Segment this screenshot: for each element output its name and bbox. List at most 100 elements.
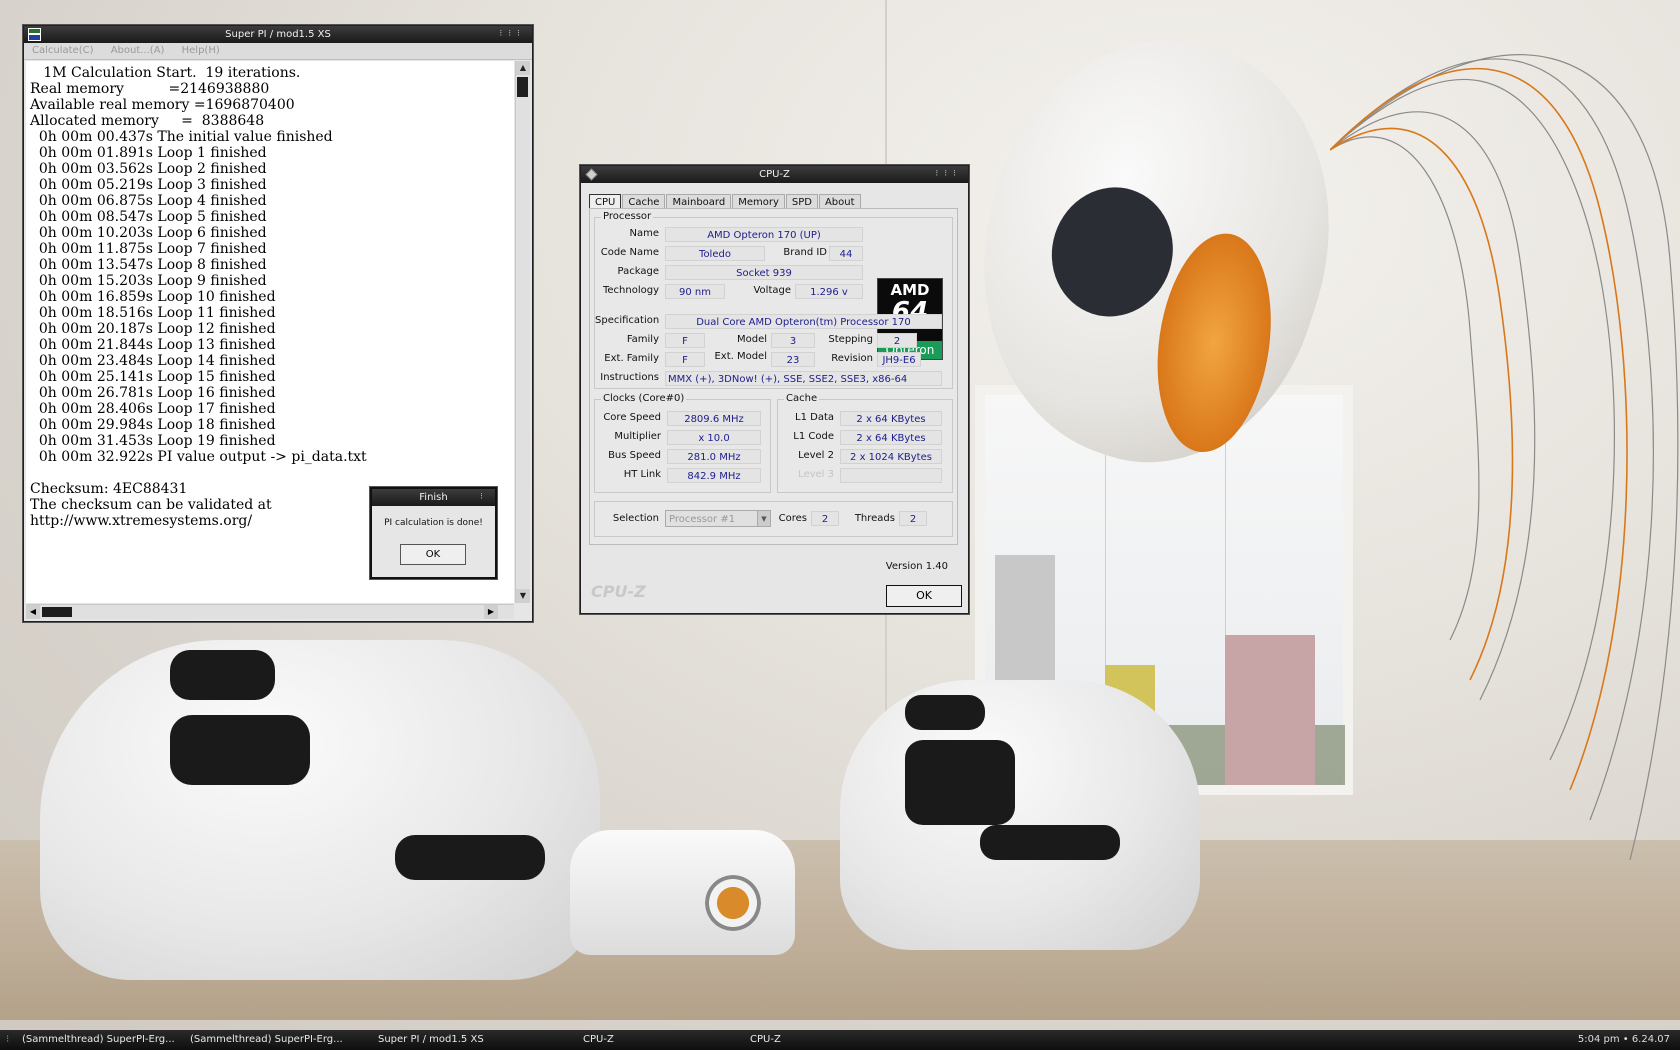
l1data-value: 2 x 64 KBytes [840,411,942,426]
name-label: Name [629,228,659,239]
multiplier-value: x 10.0 [667,430,761,445]
finish-dialog[interactable]: Finish ⁝ PI calculation is done! OK [370,487,497,579]
cpuz-cpu-panel: Processor Name AMD Opteron 170 (UP) Code… [589,208,958,545]
processor-select-value: Processor #1 [669,514,736,525]
level3-label: Level 3 [798,469,834,480]
taskbar-item-superpi-thread-1[interactable]: (Sammelthread) SuperPI-Erg... [22,1030,175,1050]
technology-value: 90 nm [665,284,725,299]
console-line: 0h 00m 28.406s Loop 17 finished [30,401,276,417]
cpuz-tabbar: CPU Cache Mainboard Memory SPD About [589,190,862,210]
wallpaper-wires [1330,54,1679,860]
model-label: Model [736,334,767,345]
scroll-down-icon[interactable]: ▼ [516,589,530,603]
core-speed-label: Core Speed [603,412,661,423]
console-line: 0h 00m 05.219s Loop 3 finished [30,177,267,193]
console-line: Allocated memory = 8388648 [30,113,265,129]
finish-titlebar[interactable]: Finish ⁝ [372,489,495,506]
taskbar-item-superpi-thread-2[interactable]: (Sammelthread) SuperPI-Erg... [190,1030,343,1050]
superpi-titlebar[interactable]: Super PI / mod1.5 XS ⁝⁝⁝ [24,26,532,43]
console-line: 0h 00m 10.203s Loop 6 finished [30,225,267,241]
level2-value: 2 x 1024 KBytes [840,449,942,464]
cpuz-title: CPU-Z [759,169,790,180]
console-line: 0h 00m 26.781s Loop 16 finished [30,385,276,401]
instructions-value: MMX (+), 3DNow! (+), SSE, SSE2, SSE3, x8… [665,371,942,386]
l1code-label: L1 Code [793,431,834,442]
family-label: Family [626,334,659,345]
console-line: Available real memory =1696870400 [30,97,295,113]
hscroll-thumb[interactable] [42,607,72,617]
cpuz-watermark: CPU-Z [591,582,646,601]
technology-label: Technology [602,285,659,296]
extfamily-label: Ext. Family [604,353,659,364]
window-controls-icon[interactable]: ⁝⁝⁝ [935,166,962,183]
bus-speed-value: 281.0 MHz [667,449,761,464]
instructions-label: Instructions [600,372,659,383]
cache-group-label: Cache [784,393,820,404]
level3-value [840,468,942,483]
horizontal-scrollbar[interactable]: ◀ ▶ [26,604,514,619]
threads-label: Threads [854,513,895,524]
brandid-value: 44 [829,246,863,261]
console-line: 0h 00m 16.859s Loop 10 finished [30,289,276,305]
console-line: 0h 00m 03.562s Loop 2 finished [30,161,267,177]
cpuz-ok-button[interactable]: OK [886,585,962,607]
console-line: 0h 00m 15.203s Loop 9 finished [30,273,267,289]
specification-label: Specification [595,315,660,326]
scroll-left-icon[interactable]: ◀ [26,605,40,619]
menu-calculate[interactable]: Calculate(C) [32,45,94,56]
console-line: 0h 00m 18.516s Loop 11 finished [30,305,276,321]
package-value: Socket 939 [665,265,863,280]
finish-ok-button[interactable]: OK [400,544,466,565]
console-line: 0h 00m 31.453s Loop 19 finished [30,433,276,449]
revision-label: Revision [831,353,873,364]
level2-label: Level 2 [798,450,834,461]
scroll-thumb[interactable] [517,77,528,97]
wallpaper-chair-right [840,680,1200,950]
cpuz-app-icon [585,168,598,181]
finish-title: Finish [419,492,448,503]
processor-group: Processor Name AMD Opteron 170 (UP) Code… [594,211,953,389]
revision-value: JH9-E6 [877,352,921,367]
taskbar-grip-icon[interactable]: ⁝ [6,1030,9,1050]
wallpaper-chair-left [40,640,600,980]
processor-group-label: Processor [601,211,654,222]
console-line: 0h 00m 25.141s Loop 15 finished [30,369,276,385]
bus-speed-label: Bus Speed [608,450,661,461]
vertical-scrollbar[interactable]: ▲ ▼ [515,61,530,603]
taskbar-item-cpuz-2[interactable]: CPU-Z [750,1030,781,1050]
chevron-down-icon[interactable]: ▼ [757,511,770,526]
taskbar-item-cpuz-1[interactable]: CPU-Z [583,1030,614,1050]
scroll-right-icon[interactable]: ▶ [484,605,498,619]
extfamily-value: F [665,352,705,367]
console-line: 0h 00m 11.875s Loop 7 finished [30,241,267,257]
console-line: 0h 00m 06.875s Loop 4 finished [30,193,267,209]
menu-help[interactable]: Help(H) [182,45,220,56]
taskbar-item-superpi[interactable]: Super PI / mod1.5 XS [378,1030,484,1050]
scroll-up-icon[interactable]: ▲ [516,61,530,75]
stepping-value: 2 [877,333,917,348]
clocks-group: Clocks (Core#0) Core Speed 2809.6 MHz Mu… [594,393,771,493]
menu-about[interactable]: About...(A) [111,45,165,56]
console-line: 0h 00m 29.984s Loop 18 finished [30,417,276,433]
ht-link-value: 842.9 MHz [667,468,761,483]
dialog-close-icon[interactable]: ⁝ [480,489,489,506]
cpuz-titlebar[interactable]: CPU-Z ⁝⁝⁝ [581,166,968,183]
model-value: 3 [771,333,815,348]
console-line: 0h 00m 13.547s Loop 8 finished [30,257,267,273]
console-line: 0h 00m 23.484s Loop 14 finished [30,353,276,369]
voltage-value: 1.296 v [795,284,863,299]
codename-label: Code Name [600,247,659,258]
taskbar: ⁝ (Sammelthread) SuperPI-Erg... (Sammelt… [0,1030,1680,1050]
family-value: F [665,333,705,348]
window-controls-icon[interactable]: ⁝⁝⁝ [499,26,526,43]
console-line: 0h 00m 32.922s PI value output -> pi_dat… [30,449,367,465]
cpuz-window[interactable]: CPU-Z ⁝⁝⁝ CPU Cache Mainboard Memory SPD Abou… [580,165,969,614]
console-line: 0h 00m 21.844s Loop 13 finished [30,337,276,353]
clocks-group-label: Clocks (Core#0) [601,393,687,404]
processor-select[interactable]: Processor #1 ▼ [665,510,771,527]
console-line: 0h 00m 08.547s Loop 5 finished [30,209,267,225]
console-line: 0h 00m 00.437s The initial value finishe… [30,129,333,145]
l1data-label: L1 Data [795,412,834,423]
specification-value: Dual Core AMD Opteron(tm) Processor 170 [665,314,942,329]
